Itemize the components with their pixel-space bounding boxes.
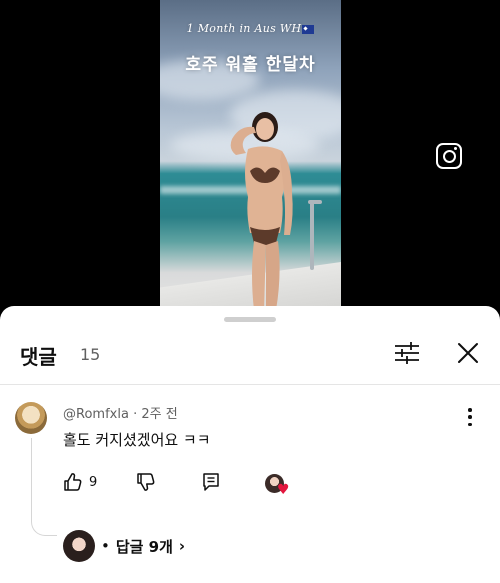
reply-author-avatar — [63, 530, 95, 562]
instagram-icon[interactable] — [436, 143, 462, 169]
comment-author-line: @Romfxla · 2주 전 — [63, 403, 178, 422]
replies-bullet: • — [101, 537, 110, 555]
reply-button[interactable] — [201, 472, 221, 496]
video-frame[interactable]: 1 Month in Aus WH 호주 워홀 한달차 — [160, 0, 341, 310]
sliders-icon[interactable] — [394, 342, 420, 364]
view-replies-button[interactable]: • 답글 9개 › — [63, 530, 185, 562]
like-button[interactable]: 9 — [63, 472, 97, 492]
video-player[interactable]: 1 Month in Aus WH 호주 워홀 한달차 — [0, 0, 500, 310]
comment-reply-icon — [203, 473, 219, 491]
video-caption-line2: 호주 워홀 한달차 — [185, 55, 316, 75]
header-divider — [0, 384, 500, 385]
video-caption-line1: 1 Month in Aus WH — [160, 22, 341, 35]
comment-text: 홀도 커지셨겠어요 ㅋㅋ — [63, 431, 211, 449]
comments-title: 댓글 — [20, 345, 57, 369]
like-count: 9 — [89, 474, 98, 490]
comments-sheet: 댓글 15 @Romfxla · 2주 전 홀도 커지셨겠어요 ㅋㅋ 9 ♥ •… — [0, 306, 500, 583]
thumbs-up-icon — [64, 473, 82, 491]
australia-flag-icon — [302, 24, 315, 34]
creator-heart-badge: ♥ — [265, 474, 291, 498]
chevron-right-icon: › — [178, 537, 186, 555]
dislike-button[interactable] — [136, 472, 156, 496]
person-figure — [230, 112, 293, 310]
drag-handle[interactable] — [224, 317, 276, 322]
comments-count: 15 — [80, 345, 101, 364]
comment-separator: · — [133, 407, 138, 422]
thread-connector — [31, 438, 57, 536]
comment-author-avatar[interactable] — [15, 402, 47, 434]
comment-timestamp: 2주 전 — [141, 407, 178, 422]
close-icon[interactable] — [456, 341, 480, 365]
replies-label: 답글 9개 — [115, 537, 173, 556]
more-vertical-icon[interactable] — [460, 406, 480, 428]
thumbs-down-icon — [137, 473, 155, 491]
heart-icon: ♥ — [277, 482, 290, 498]
comment-author-handle[interactable]: @Romfxla — [63, 407, 129, 422]
